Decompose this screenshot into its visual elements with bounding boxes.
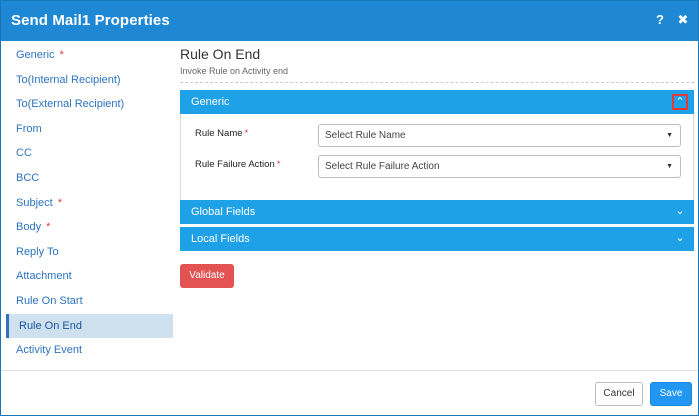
local-fields-header[interactable]: Local Fields ⌄	[180, 227, 694, 251]
global-fields-title: Global Fields	[191, 206, 256, 218]
required-marker: *	[276, 159, 281, 170]
sidebar-item-label: Body	[16, 221, 42, 234]
sidebar-item-cc[interactable]: CC	[6, 141, 173, 166]
required-marker: *	[46, 221, 51, 234]
sidebar-item-to-internal[interactable]: To(Internal Recipient)	[6, 68, 173, 93]
sidebar-item-subject[interactable]: Subject *	[6, 191, 173, 216]
rule-failure-action-select[interactable]: Select Rule Failure Action ▼	[318, 155, 681, 178]
sidebar-nav: Generic * To(Internal Recipient) To(Exter…	[6, 43, 173, 363]
cancel-button[interactable]: Cancel	[595, 382, 643, 406]
help-icon[interactable]: ?	[652, 12, 668, 28]
dialog-title-bar: Send Mail1 Properties ? ✖	[1, 1, 698, 41]
sidebar-item-generic[interactable]: Generic *	[6, 43, 173, 68]
sidebar-item-label: To(External Recipient)	[16, 98, 125, 111]
generic-panel: Generic ⌃ Rule Name * Select Rule Name ▼ …	[180, 90, 694, 201]
chevron-up-icon[interactable]: ⌃	[672, 94, 688, 110]
sidebar-item-label: From	[16, 122, 42, 135]
caret-down-icon: ▼	[666, 132, 673, 139]
required-marker: *	[59, 49, 64, 61]
sidebar-item-reply-to[interactable]: Reply To	[6, 240, 173, 265]
rule-name-placeholder: Select Rule Name	[325, 130, 406, 141]
caret-down-icon: ▼	[666, 163, 673, 170]
sidebar-item-activity-event[interactable]: Activity Event	[6, 338, 173, 363]
sidebar-item-label: CC	[16, 147, 32, 160]
validate-button[interactable]: Validate	[180, 264, 234, 288]
rule-name-label: Rule Name *	[195, 128, 248, 139]
main-content: Rule On End Invoke Rule on Activity end …	[180, 43, 694, 288]
sidebar-item-label: Rule On End	[19, 319, 82, 332]
required-marker: *	[244, 128, 249, 139]
close-icon[interactable]: ✖	[675, 12, 691, 28]
sidebar-item-bcc[interactable]: BCC	[6, 166, 173, 191]
rule-failure-action-placeholder: Select Rule Failure Action	[325, 161, 440, 172]
sidebar-item-rule-on-start[interactable]: Rule On Start	[6, 289, 173, 314]
chevron-down-icon[interactable]: ⌄	[672, 231, 688, 247]
global-fields-panel: Global Fields ⌄	[180, 200, 694, 224]
sidebar-item-label: Subject	[16, 196, 53, 209]
chevron-down-icon[interactable]: ⌄	[672, 204, 688, 220]
sidebar-item-label: Reply To	[16, 245, 59, 258]
generic-panel-title: Generic	[191, 96, 230, 108]
sidebar-item-label: Activity Event	[16, 344, 83, 357]
sidebar-item-rule-on-end[interactable]: Rule On End	[6, 313, 173, 339]
sidebar-item-label: Attachment	[16, 270, 72, 283]
sidebar-item-from[interactable]: From	[6, 117, 173, 142]
generic-panel-header[interactable]: Generic ⌃	[180, 90, 694, 114]
sidebar-item-label: Rule On Start	[16, 294, 83, 307]
page-title: Rule On End	[180, 46, 261, 62]
sidebar-item-attachment[interactable]: Attachment	[6, 264, 173, 289]
page-subtitle: Invoke Rule on Activity end	[180, 66, 694, 83]
dialog-title: Send Mail1 Properties	[11, 12, 170, 29]
local-fields-title: Local Fields	[191, 233, 250, 245]
required-marker: *	[57, 196, 62, 209]
sidebar-item-label: To(Internal Recipient)	[16, 73, 121, 86]
rule-failure-action-label: Rule Failure Action *	[195, 159, 280, 170]
sidebar-item-label: BCC	[16, 171, 40, 184]
local-fields-panel: Local Fields ⌄	[180, 227, 694, 251]
rule-name-label-text: Rule Name	[195, 128, 243, 139]
sidebar-item-body[interactable]: Body *	[6, 215, 173, 240]
global-fields-header[interactable]: Global Fields ⌄	[180, 200, 694, 224]
rule-failure-action-label-text: Rule Failure Action	[195, 159, 275, 170]
footer-divider	[1, 370, 698, 371]
generic-panel-body: Rule Name * Select Rule Name ▼ Rule Failu…	[180, 114, 694, 201]
save-button[interactable]: Save	[650, 382, 692, 406]
properties-dialog: Send Mail1 Properties ? ✖ Generic * To(In…	[0, 0, 699, 416]
sidebar-item-label: Generic	[16, 49, 55, 61]
sidebar-item-to-external[interactable]: To(External Recipient)	[6, 92, 173, 117]
rule-name-select[interactable]: Select Rule Name ▼	[318, 124, 681, 147]
